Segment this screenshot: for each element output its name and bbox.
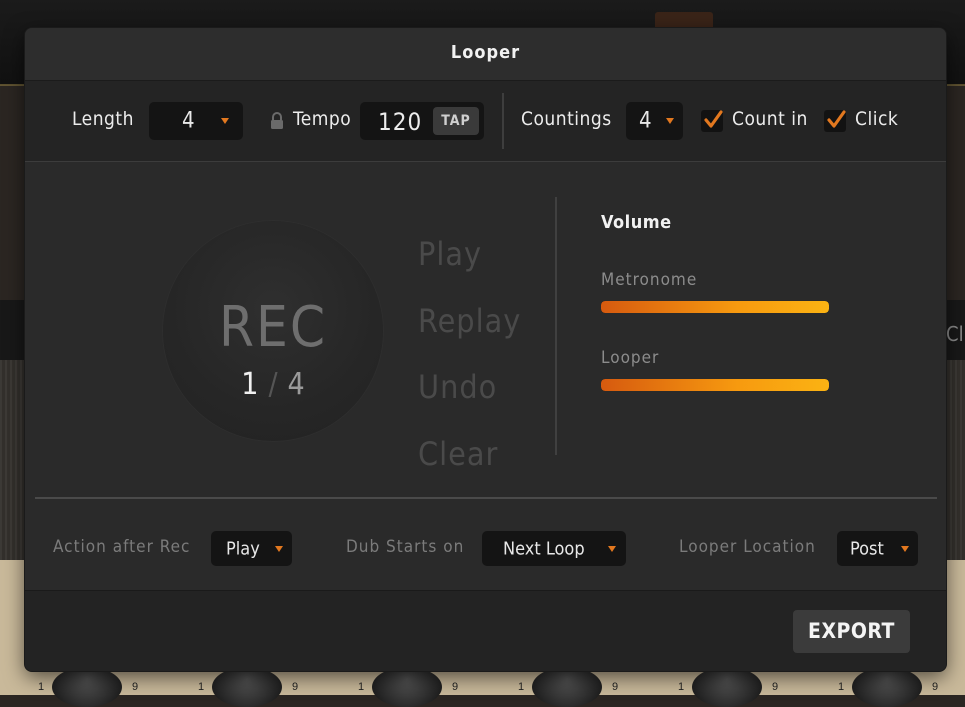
divider xyxy=(502,93,504,149)
knob-scale-min: 1 xyxy=(38,681,45,693)
lock-icon[interactable] xyxy=(269,112,285,130)
dialog-title: Looper xyxy=(450,42,521,63)
action-after-rec-select[interactable]: Play xyxy=(211,531,292,566)
rec-total-count: 4 xyxy=(287,367,305,402)
rec-button[interactable]: REC 1 / 4 xyxy=(162,220,384,442)
knob-scale-max: 9 xyxy=(932,681,939,693)
length-label: Length xyxy=(72,108,134,130)
divider xyxy=(555,197,557,455)
action-after-rec-value: Play xyxy=(226,538,260,559)
dub-starts-select[interactable]: Next Loop xyxy=(482,531,626,566)
countings-label: Countings xyxy=(521,108,612,130)
check-icon xyxy=(704,110,723,128)
knob-scale-max: 9 xyxy=(452,681,459,693)
looper-main: REC 1 / 4 Play Replay Undo Clear Volume Me… xyxy=(25,162,946,497)
countings-value: 4 xyxy=(639,108,652,134)
volume-title: Volume xyxy=(601,212,672,233)
undo-button[interactable]: Undo xyxy=(418,368,497,406)
looper-dialog: Looper Length 4 Tempo 120 TAP Countings … xyxy=(25,28,946,671)
amp-knob xyxy=(532,667,602,707)
knob-scale-min: 1 xyxy=(838,681,845,693)
replay-button[interactable]: Replay xyxy=(418,302,521,340)
metronome-volume-slider[interactable] xyxy=(601,301,829,313)
chevron-down-icon xyxy=(666,118,674,124)
looper-options-row: Action after Rec Play Dub Starts on Next… xyxy=(25,499,946,587)
looper-location-value: Post xyxy=(850,538,884,559)
metronome-volume-fill xyxy=(601,301,829,313)
dub-starts-label: Dub Starts on xyxy=(346,537,465,557)
chevron-down-icon xyxy=(901,545,909,552)
looper-location-select[interactable]: Post xyxy=(837,531,918,566)
tempo-label: Tempo xyxy=(293,108,352,130)
rec-current-count: 1 xyxy=(241,367,259,402)
knob-scale-min: 1 xyxy=(358,681,365,693)
rec-count-separator: / xyxy=(268,367,278,402)
amp-knob xyxy=(852,667,922,707)
count-in-checkbox[interactable] xyxy=(701,110,723,132)
looper-volume-fill xyxy=(601,379,829,391)
chevron-down-icon xyxy=(608,545,616,552)
length-value: 4 xyxy=(182,108,195,134)
export-button[interactable]: EXPORT xyxy=(793,610,910,653)
knob-scale-min: 1 xyxy=(518,681,525,693)
rec-counter: 1 / 4 xyxy=(162,370,384,400)
looper-location-label: Looper Location xyxy=(679,537,816,557)
dialog-footer: EXPORT xyxy=(25,590,946,671)
amp-knob xyxy=(212,667,282,707)
looper-volume-label: Looper xyxy=(601,348,660,368)
tempo-field[interactable]: 120 TAP xyxy=(360,102,484,140)
amp-knob xyxy=(692,667,762,707)
looper-volume-slider[interactable] xyxy=(601,379,829,391)
action-after-rec-label: Action after Rec xyxy=(53,537,191,557)
countings-select[interactable]: 4 xyxy=(626,102,683,140)
count-in-label: Count in xyxy=(732,108,808,130)
dub-starts-value: Next Loop xyxy=(503,538,585,559)
play-button[interactable]: Play xyxy=(418,235,482,273)
clear-button[interactable]: Clear xyxy=(418,435,498,473)
knob-scale-max: 9 xyxy=(772,681,779,693)
rec-label: REC xyxy=(218,295,328,360)
tempo-value: 120 xyxy=(378,108,423,136)
background-peek-text: Cl xyxy=(946,322,964,346)
length-select[interactable]: 4 xyxy=(149,102,243,140)
chevron-down-icon xyxy=(275,545,283,552)
check-icon xyxy=(827,110,846,128)
amp-knob xyxy=(52,667,122,707)
looper-settings-row: Length 4 Tempo 120 TAP Countings 4 Count… xyxy=(25,81,946,162)
amp-knob xyxy=(372,667,442,707)
knob-scale-min: 1 xyxy=(678,681,685,693)
knob-scale-min: 1 xyxy=(198,681,205,693)
click-checkbox[interactable] xyxy=(824,110,846,132)
knob-scale-max: 9 xyxy=(132,681,139,693)
dialog-title-bar: Looper xyxy=(25,28,946,81)
tap-tempo-button[interactable]: TAP xyxy=(433,107,479,135)
knob-scale-max: 9 xyxy=(612,681,619,693)
knob-scale-max: 9 xyxy=(292,681,299,693)
chevron-down-icon xyxy=(221,118,229,124)
metronome-volume-label: Metronome xyxy=(601,270,698,290)
click-label: Click xyxy=(855,108,899,130)
